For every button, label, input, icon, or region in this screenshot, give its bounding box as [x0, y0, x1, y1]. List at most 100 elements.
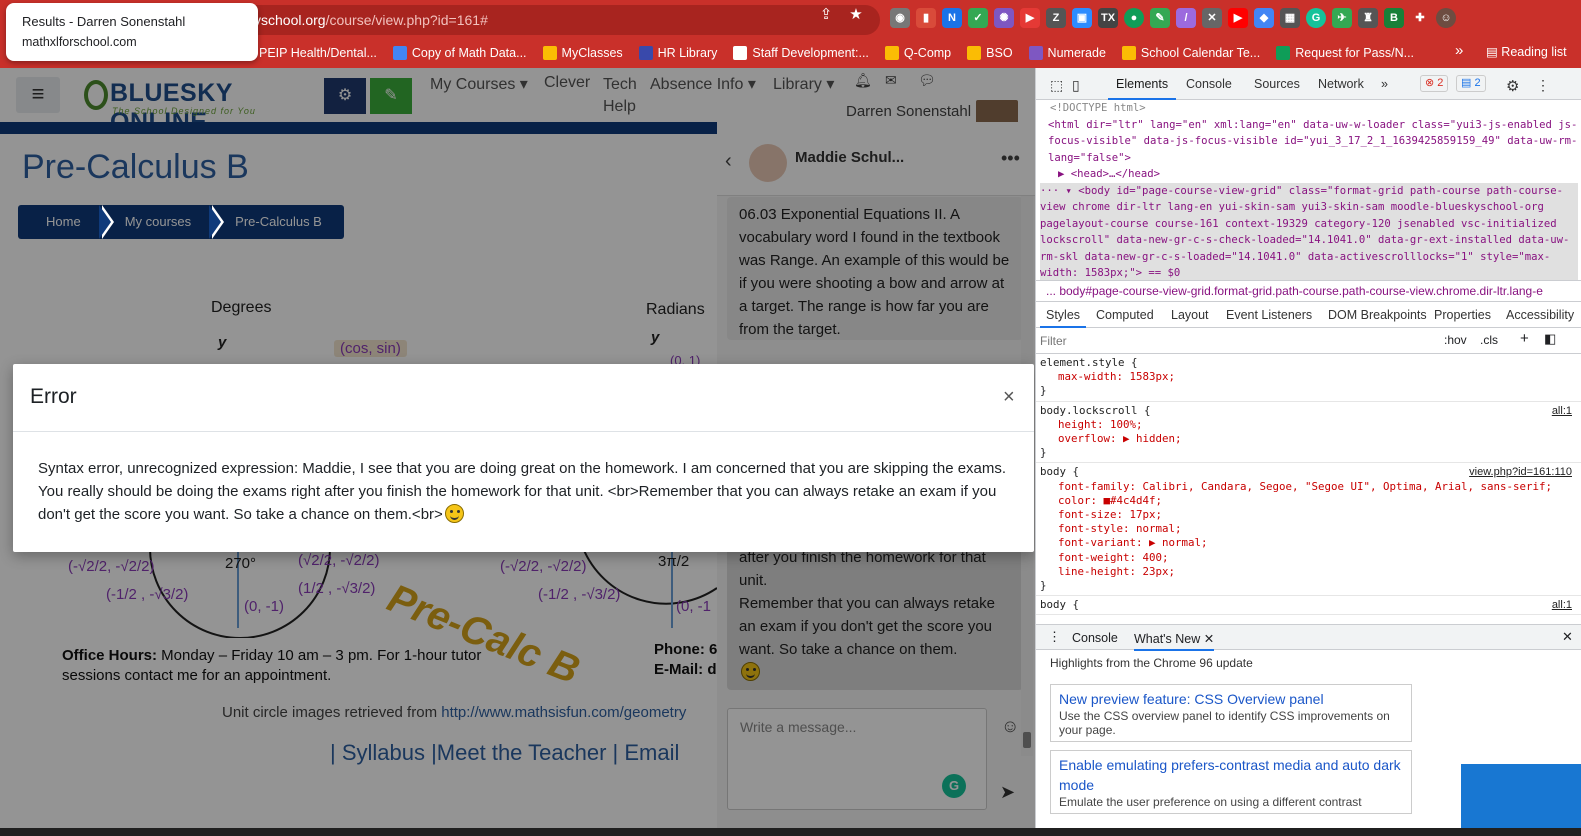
subtab-layout[interactable]: Layout [1171, 308, 1209, 322]
css-selector[interactable]: body.lockscroll { [1040, 404, 1578, 418]
whats-new-card[interactable]: New preview feature: CSS Overview panel … [1050, 684, 1412, 742]
devtools-menu-icon[interactable]: ⋮ [1536, 77, 1550, 94]
dom-breadcrumb[interactable]: ... body#page-course-view-grid.format-gr… [1036, 280, 1581, 302]
message-count-badge[interactable]: ▤ 2 [1456, 75, 1486, 92]
css-property[interactable]: max-width: 1583px; [1040, 370, 1578, 384]
whats-new-card-title[interactable]: New preview feature: CSS Overview panel [1059, 689, 1403, 709]
extension-icon[interactable]: ◆ [1254, 8, 1274, 28]
address-bar[interactable]: yschool.org/course/view.php?id=161# [240, 5, 880, 35]
close-drawer-icon[interactable]: ✕ [1562, 629, 1573, 645]
bookmark-item[interactable]: Staff Development:... [733, 46, 869, 60]
bookmark-item[interactable]: Copy of Math Data... [392, 46, 527, 60]
css-property[interactable]: font-weight: 400; [1040, 551, 1578, 565]
bookmark-item[interactable]: Q-Comp [884, 46, 951, 60]
bookmarks-more[interactable]: » [1455, 42, 1463, 59]
drawer-tab-whats-new[interactable]: What's New ✕ [1134, 631, 1215, 651]
extension-icon[interactable]: Z [1046, 8, 1066, 28]
devtools-settings-icon[interactable]: ⚙ [1506, 77, 1519, 95]
subtab-accessibility[interactable]: Accessibility [1506, 308, 1574, 322]
css-property[interactable]: font-size: 17px; [1040, 508, 1578, 522]
youtube-extension-icon[interactable]: ▶ [1228, 8, 1248, 28]
bookmark-item[interactable]: School Calendar Te... [1121, 46, 1260, 60]
css-property[interactable]: color: ■#4c4d4f; [1040, 494, 1578, 508]
share-icon[interactable]: ⇪ [816, 5, 836, 25]
profile-avatar-icon[interactable]: ☺ [1436, 8, 1456, 28]
bookmark-icon [542, 46, 557, 60]
extension-icon[interactable]: ◉ [890, 8, 910, 28]
css-property[interactable]: height: 100%; [1040, 418, 1578, 432]
drawer-tab-console[interactable]: Console [1072, 631, 1118, 645]
css-rule[interactable]: body {all:1 [1036, 596, 1581, 616]
extension-icon[interactable]: ♜ [1358, 8, 1378, 28]
extension-icon[interactable]: N [942, 8, 962, 28]
subtab-dom-breakpoints[interactable]: DOM Breakpoints [1328, 308, 1427, 322]
css-property[interactable]: line-height: 23px; [1040, 565, 1578, 579]
css-property[interactable]: font-variant: ▶ normal; [1040, 536, 1578, 550]
css-rule[interactable]: element.style {max-width: 1583px;} [1036, 354, 1581, 402]
toggle-sidebar-icon[interactable]: ◧ [1544, 331, 1556, 347]
body-node[interactable]: ··· ▾ <body id="page-course-view-grid" c… [1040, 182, 1578, 280]
close-icon[interactable]: × [1003, 386, 1015, 409]
tab-console[interactable]: Console [1186, 77, 1232, 91]
extension-icon[interactable]: ✓ [968, 8, 988, 28]
bookmark-item[interactable]: BSO [967, 46, 1013, 60]
pen-extension-icon[interactable]: / [1176, 8, 1196, 28]
head-node[interactable]: ▶ <head>…</head> [1040, 166, 1578, 183]
css-selector[interactable]: body { [1040, 598, 1578, 612]
inspect-element-icon[interactable]: ⬚ [1050, 77, 1063, 94]
zoom-extension-icon[interactable]: ▣ [1072, 8, 1092, 28]
subtab-properties[interactable]: Properties [1434, 308, 1491, 322]
css-rule[interactable]: body.lockscroll {all:1 height: 100%; overf… [1036, 402, 1581, 464]
tex-extension-icon[interactable]: TX [1098, 8, 1118, 28]
bookmark-item[interactable]: Numerade [1028, 46, 1106, 60]
extension-icon[interactable]: ▶ [1020, 8, 1040, 28]
reading-list[interactable]: ▤ Reading list [1486, 44, 1567, 59]
extension-icon[interactable]: ✎ [1150, 8, 1170, 28]
bookmark-label: Copy of Math Data... [411, 46, 527, 60]
extension-icon[interactable]: ▦ [1280, 8, 1300, 28]
tab-sources[interactable]: Sources [1254, 77, 1300, 91]
css-selector[interactable]: element.style { [1040, 356, 1578, 370]
whats-new-card[interactable]: Enable emulating prefers-contrast media … [1050, 750, 1412, 814]
grammarly-icon[interactable]: G [1306, 8, 1326, 28]
css-source-link[interactable]: view.php?id=161:110 [1469, 465, 1572, 479]
subtab-event-listeners[interactable]: Event Listeners [1226, 308, 1312, 322]
bookmark-item[interactable]: MyClasses [542, 46, 623, 60]
css-rule[interactable]: body {view.php?id=161:110 font-family: Ca… [1036, 463, 1581, 597]
bookmark-item[interactable]: PEIP Health/Dental... [240, 46, 377, 60]
new-rule-icon[interactable]: + [1520, 330, 1529, 347]
css-property[interactable]: font-family: Calibri, Candara, Segoe, "S… [1040, 480, 1578, 494]
drawer-menu-icon[interactable]: ⋮ [1048, 629, 1061, 645]
subtab-styles[interactable]: Styles [1039, 308, 1087, 328]
more-tabs[interactable]: » [1381, 77, 1388, 91]
html-node[interactable]: <html dir="ltr" lang="en" xml:lang="en" … [1040, 117, 1578, 167]
cls-toggle[interactable]: .cls [1480, 333, 1498, 347]
css-property[interactable]: font-style: normal; [1040, 522, 1578, 536]
extension-icon[interactable]: ● [1124, 8, 1144, 28]
css-source-link[interactable]: all:1 [1552, 404, 1572, 418]
css-property[interactable]: overflow: ▶ hidden; [1040, 432, 1578, 446]
device-toolbar-icon[interactable]: ▯ [1072, 77, 1080, 94]
tab-elements[interactable]: Elements [1107, 77, 1177, 100]
reading-list-label: Reading list [1501, 45, 1567, 59]
subtab-computed[interactable]: Computed [1096, 308, 1154, 322]
error-count-badge[interactable]: ⊗ 2 [1420, 75, 1449, 92]
whats-new-card-title[interactable]: Enable emulating prefers-contrast media … [1059, 755, 1403, 795]
tools-extension-icon[interactable]: ✕ [1202, 8, 1222, 28]
puzzle-extensions-icon[interactable]: ✚ [1410, 8, 1430, 28]
styles-subtabs: Styles Computed Layout Event Listeners D… [1036, 302, 1581, 328]
styles-filter-input[interactable] [1040, 331, 1430, 351]
css-source-link[interactable]: all:1 [1552, 598, 1572, 612]
css-rule-end: } [1040, 579, 1047, 593]
extensions-row: ◉ ▮ N ✓ ✺ ▶ Z ▣ TX ● ✎ / ✕ ▶ ◆ ▦ G ✈ ♜ B… [890, 8, 1456, 32]
extension-icon[interactable]: B [1384, 8, 1404, 28]
extension-icon[interactable]: ✈ [1332, 8, 1352, 28]
bookmark-item[interactable]: HR Library [638, 46, 717, 60]
dom-tree[interactable]: <!DOCTYPE html> <html dir="ltr" lang="en… [1036, 100, 1581, 280]
hov-toggle[interactable]: :hov [1444, 333, 1467, 347]
bookmark-item[interactable]: Request for Pass/N... [1276, 46, 1414, 60]
extension-icon[interactable]: ✺ [994, 8, 1014, 28]
tab-network[interactable]: Network [1318, 77, 1364, 91]
bookmark-star-icon[interactable]: ★ [846, 5, 866, 25]
extension-icon[interactable]: ▮ [916, 8, 936, 28]
